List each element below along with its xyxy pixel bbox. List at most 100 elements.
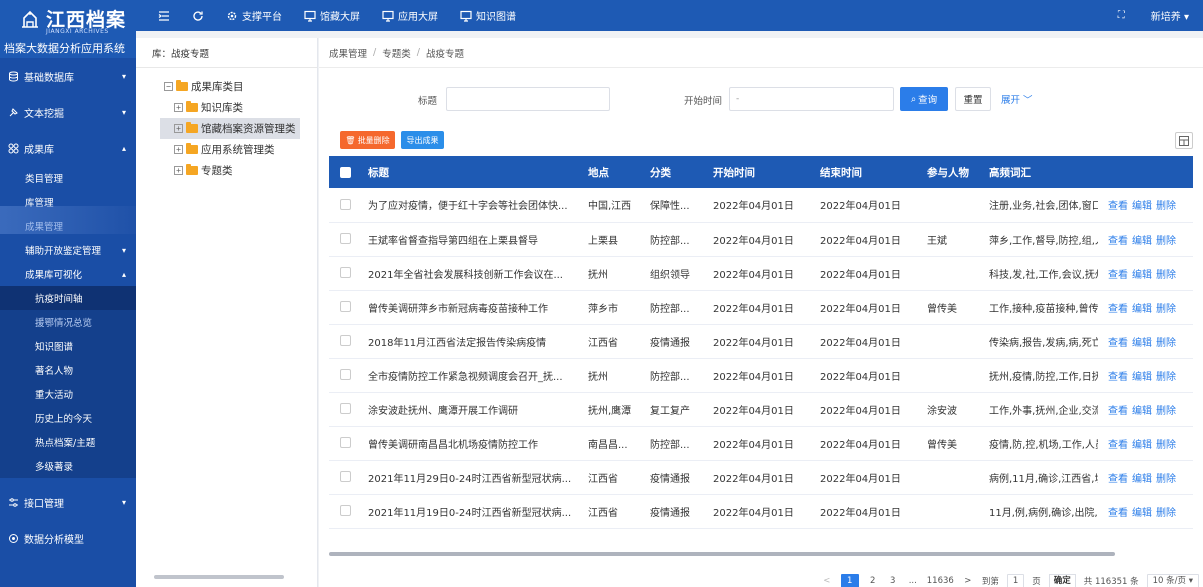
edit-link[interactable]: 编辑: [1132, 304, 1152, 315]
col-header-title[interactable]: 标题: [358, 156, 578, 188]
export-button[interactable]: 导出成果: [401, 131, 444, 149]
row-checkbox[interactable]: [340, 199, 351, 210]
nav-support-platform[interactable]: 支撑平台: [218, 0, 290, 31]
tree-node-appsys[interactable]: + 应用系统管理类: [164, 139, 317, 160]
sidebar-sub-appraisal[interactable]: 辅助开放鉴定管理 ▾: [0, 238, 136, 262]
edit-link[interactable]: 编辑: [1132, 372, 1152, 383]
batch-delete-button[interactable]: 🗑 批量删除: [340, 131, 395, 149]
sidebar-third-people[interactable]: 著名人物: [0, 358, 136, 382]
user-menu[interactable]: 新培养 ▾: [1151, 8, 1189, 23]
row-checkbox[interactable]: [340, 267, 351, 279]
row-checkbox[interactable]: [340, 403, 351, 415]
page-button[interactable]: 1: [840, 573, 859, 587]
sidebar-third-timeline[interactable]: 抗疫时间轴: [0, 286, 136, 310]
row-checkbox[interactable]: [340, 369, 351, 381]
view-link[interactable]: 查看: [1108, 372, 1128, 383]
view-link[interactable]: 查看: [1108, 270, 1128, 281]
expand-link[interactable]: 展开 ﹀: [1001, 92, 1033, 106]
col-header-people[interactable]: 参与人物: [917, 156, 979, 188]
table-row[interactable]: 2021年11月29日0-24时江西省新型冠状病... 江西省 疫情通报 2022年0…: [329, 460, 1193, 495]
edit-link[interactable]: 编辑: [1132, 270, 1152, 281]
sidebar-third-knowledge[interactable]: 知识图谱: [0, 334, 136, 358]
breadcrumb-item[interactable]: 专题类: [382, 46, 411, 60]
table-row[interactable]: 2021年全省社会发展科技创新工作会议在... 抚州 组织领导 2022年04月01日…: [329, 256, 1193, 291]
delete-link[interactable]: 删除: [1156, 338, 1176, 349]
breadcrumb-item[interactable]: 成果管理: [329, 46, 367, 60]
expand-toggle[interactable]: +: [174, 124, 183, 133]
edit-link[interactable]: 编辑: [1132, 406, 1152, 417]
table-horizontal-scrollbar[interactable]: [329, 552, 1115, 556]
fullscreen-icon[interactable]: ⛶: [1118, 10, 1125, 21]
title-input[interactable]: [446, 87, 610, 111]
row-checkbox[interactable]: [340, 437, 351, 449]
view-link[interactable]: 查看: [1108, 236, 1128, 247]
delete-link[interactable]: 删除: [1156, 270, 1176, 281]
delete-link[interactable]: 删除: [1156, 201, 1176, 212]
table-row[interactable]: 曾传美调研萍乡市新冠病毒疫苗接种工作 萍乡市 防控部... 2022年04月01日 20…: [329, 290, 1193, 325]
sidebar-third-hot[interactable]: 热点档案/主题: [0, 430, 136, 454]
sidebar-item-base-db[interactable]: 基础数据库 ▾: [0, 58, 136, 94]
page-jump-input[interactable]: 1: [1006, 573, 1025, 587]
edit-link[interactable]: 编辑: [1132, 236, 1152, 247]
view-link[interactable]: 查看: [1108, 201, 1128, 212]
row-checkbox[interactable]: [340, 505, 351, 517]
sidebar-third-multilevel[interactable]: 多级著录: [0, 454, 136, 478]
edit-link[interactable]: 编辑: [1132, 440, 1152, 451]
start-time-input[interactable]: -: [729, 87, 894, 111]
view-link[interactable]: 查看: [1108, 406, 1128, 417]
brand-logo[interactable]: 江西档案 JIANGXI ARCHIVES 档案大数据分析应用系统: [0, 0, 136, 58]
row-checkbox[interactable]: [340, 233, 351, 245]
table-row[interactable]: 全市疫情防控工作紧急视频调度会召开_抚... 抚州 防控部... 2022年04月01…: [329, 358, 1193, 393]
row-checkbox[interactable]: [340, 335, 351, 347]
delete-link[interactable]: 删除: [1156, 372, 1176, 383]
page-button[interactable]: 2: [867, 576, 879, 586]
page-button[interactable]: 11636: [927, 576, 954, 586]
sidebar-sub-library[interactable]: 库管理: [0, 190, 136, 214]
col-header-end[interactable]: 结束时间: [810, 156, 917, 188]
view-link[interactable]: 查看: [1108, 304, 1128, 315]
delete-link[interactable]: 删除: [1156, 406, 1176, 417]
view-link[interactable]: 查看: [1108, 440, 1128, 451]
table-row[interactable]: 为了应对疫情，便于红十字会等社会团体快... 中国,江西 保障性... 2022年04…: [329, 188, 1193, 223]
sidebar-item-analysis-model[interactable]: 数据分析模型: [0, 520, 136, 556]
prev-page-button[interactable]: <: [821, 576, 833, 586]
sidebar-item-text-mining[interactable]: 文本挖掘 ▾: [0, 94, 136, 130]
tree-scrollbar[interactable]: [154, 575, 284, 579]
col-header-keywords[interactable]: 高频词汇: [979, 156, 1098, 188]
column-settings-button[interactable]: [1175, 132, 1193, 149]
delete-link[interactable]: 删除: [1156, 236, 1176, 247]
delete-link[interactable]: 删除: [1156, 474, 1176, 485]
table-row[interactable]: 涂安波赴抚州、鹰潭开展工作调研 抚州,鹰潭 复工复产 2022年04月01日 2022年…: [329, 392, 1193, 427]
sidebar-third-overview[interactable]: 援鄂情况总览: [0, 310, 136, 334]
edit-link[interactable]: 编辑: [1132, 201, 1152, 212]
nav-knowledge-graph[interactable]: 知识图谱: [452, 0, 524, 31]
view-link[interactable]: 查看: [1108, 338, 1128, 349]
table-row[interactable]: 2018年11月江西省法定报告传染病疫情 江西省 疫情通报 2022年04月01日 20…: [329, 324, 1193, 359]
expand-toggle[interactable]: +: [174, 145, 183, 154]
edit-link[interactable]: 编辑: [1132, 508, 1152, 519]
sidebar-sub-results[interactable]: 成果管理: [0, 214, 136, 238]
row-checkbox[interactable]: [340, 471, 351, 483]
collapse-toggle[interactable]: −: [164, 82, 173, 91]
sidebar-sub-category[interactable]: 类目管理: [0, 166, 136, 190]
delete-link[interactable]: 删除: [1156, 440, 1176, 451]
edit-link[interactable]: 编辑: [1132, 474, 1152, 485]
reset-button[interactable]: 重置: [955, 87, 991, 111]
sidebar-item-api[interactable]: 接口管理 ▾: [0, 484, 136, 520]
sidebar-item-results-lib[interactable]: 成果库 ▴: [0, 130, 136, 166]
select-all-checkbox[interactable]: [340, 166, 351, 178]
col-header-category[interactable]: 分类: [640, 156, 703, 188]
table-row[interactable]: 曾传美调研南昌昌北机场疫情防控工作 南昌昌... 防控部... 2022年04月01日…: [329, 426, 1193, 461]
page-size-select[interactable]: 10 条/页 ▾: [1146, 573, 1199, 587]
next-page-button[interactable]: >: [962, 576, 974, 586]
sidebar-third-events[interactable]: 重大活动: [0, 382, 136, 406]
refresh-button[interactable]: [184, 0, 212, 31]
view-link[interactable]: 查看: [1108, 474, 1128, 485]
col-header-start[interactable]: 开始时间: [703, 156, 810, 188]
row-checkbox[interactable]: [340, 301, 351, 313]
col-header-location[interactable]: 地点: [578, 156, 640, 188]
view-link[interactable]: 查看: [1108, 508, 1128, 519]
nav-collection-screen[interactable]: 馆藏大屏: [296, 0, 368, 31]
tree-node-knowledge[interactable]: + 知识库类: [164, 97, 317, 118]
query-button[interactable]: ⌕ 查询: [900, 87, 948, 111]
